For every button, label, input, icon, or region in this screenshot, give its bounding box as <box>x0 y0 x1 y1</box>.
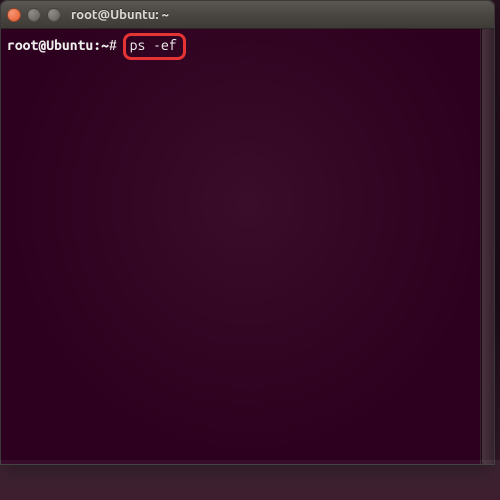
terminal-body[interactable]: root@Ubuntu:~# ps -ef <box>1 29 494 464</box>
window-controls <box>7 8 61 22</box>
minimize-icon[interactable] <box>27 8 41 22</box>
prompt-path: ~ <box>101 36 109 55</box>
terminal-window: root@Ubuntu: ~ root@Ubuntu:~# ps -ef <box>0 0 495 465</box>
titlebar[interactable]: root@Ubuntu: ~ <box>1 1 494 29</box>
close-icon[interactable] <box>7 8 21 22</box>
prompt-line: root@Ubuntu:~# ps -ef <box>7 33 488 60</box>
maximize-icon[interactable] <box>47 8 61 22</box>
window-title: root@Ubuntu: ~ <box>61 8 488 22</box>
scroll-thumb[interactable] <box>482 29 494 464</box>
prompt-userhost: root@Ubuntu: <box>7 36 101 55</box>
scrollbar[interactable] <box>480 29 494 464</box>
command-highlight-box: ps -ef <box>123 33 186 60</box>
desktop-reflection <box>0 460 500 500</box>
command-text: ps -ef <box>130 37 177 53</box>
